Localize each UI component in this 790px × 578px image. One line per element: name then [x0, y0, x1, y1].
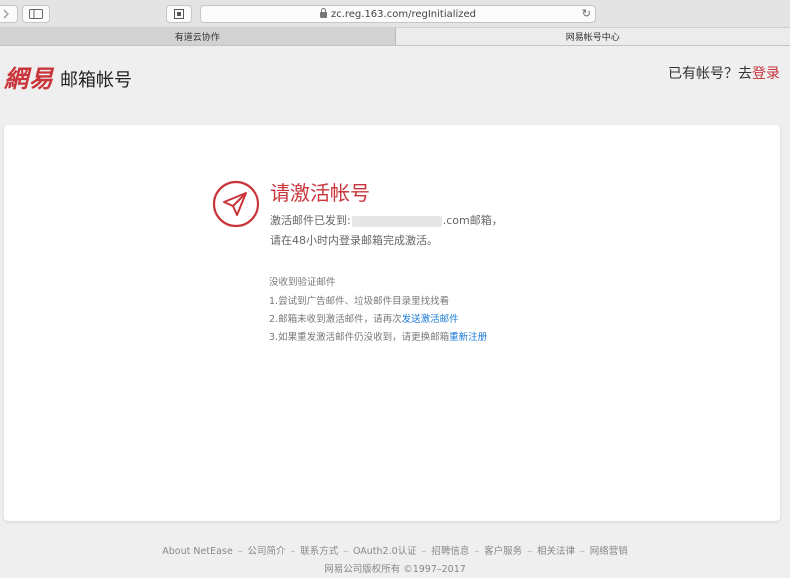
sidebar-toggle-button[interactable] — [22, 5, 50, 23]
tab-bar: 有道云协作 网易帐号中心 — [0, 28, 790, 46]
footer-links: About NetEase – 公司简介 – 联系方式 – OAuth2.0认证 – 招聘信息 –… — [0, 543, 790, 557]
chevron-right-icon — [3, 9, 9, 19]
address-bar[interactable]: zc.reg.163.com/regInitialized ↻ — [200, 5, 596, 23]
page-title: 请激活帐号 — [270, 181, 370, 205]
help-title: 没收到验证邮件 — [269, 277, 336, 288]
logo[interactable]: 網易 邮箱帐号 — [4, 59, 132, 94]
resend-activation-link[interactable]: 发送激活邮件 — [402, 314, 459, 325]
footer-link-company[interactable]: 公司简介 — [247, 546, 285, 557]
footer-separator: – — [579, 546, 585, 557]
sidebar-icon — [29, 9, 43, 19]
login-hint: 已有帐号？去登录 — [668, 63, 780, 83]
re-register-link[interactable]: 重新注册 — [449, 332, 487, 343]
footer-separator: – — [421, 546, 427, 557]
browser-toolbar: zc.reg.163.com/regInitialized ↻ — [0, 0, 790, 28]
help-item-1: 1.尝试到广告邮件、垃圾邮件目录里找找看 — [269, 296, 450, 307]
forward-button[interactable] — [0, 5, 18, 23]
copyright: 网易公司版权所有 ©1997–2017 — [324, 564, 466, 575]
footer-separator: – — [237, 546, 243, 557]
login-link[interactable]: 登录 — [752, 66, 780, 82]
reader-button[interactable] — [166, 5, 192, 23]
footer-link-jobs[interactable]: 招聘信息 — [431, 546, 469, 557]
footer-link-contact[interactable]: 联系方式 — [300, 546, 338, 557]
deadline-line: 请在48小时内登录邮箱完成激活。 — [270, 234, 438, 247]
paper-plane-icon — [212, 180, 260, 228]
help-item-3: 3.如果重发激活邮件仍没收到，请更换邮箱重新注册 — [269, 329, 487, 343]
sent-to-suffix: .com邮箱， — [442, 214, 503, 227]
sent-to-prefix: 激活邮件已发到: — [270, 214, 351, 227]
footer-link-oauth[interactable]: OAuth2.0认证 — [353, 546, 417, 557]
netease-logo-mark: 網易 — [4, 64, 54, 93]
logo-title: 邮箱帐号 — [60, 70, 132, 91]
login-prompt: 已有帐号？去 — [668, 66, 752, 82]
sent-to-line: 激活邮件已发到: .com邮箱， — [270, 212, 503, 228]
lock-icon — [319, 8, 327, 18]
footer-link-marketing[interactable]: 网络营销 — [590, 546, 628, 557]
site-header: 網易 邮箱帐号 已有帐号？去登录 — [0, 47, 790, 107]
url-text: zc.reg.163.com/regInitialized — [330, 8, 477, 20]
activation-card: 请激活帐号 激活邮件已发到: .com邮箱， 请在48小时内登录邮箱完成激活。 没… — [4, 125, 780, 521]
footer-link-about[interactable]: About NetEase — [162, 546, 232, 557]
footer-link-legal[interactable]: 相关法律 — [537, 546, 575, 557]
tab-netease-account[interactable]: 网易帐号中心 — [395, 28, 790, 45]
tab-youdao[interactable]: 有道云协作 — [0, 28, 396, 45]
footer-separator: – — [527, 546, 532, 557]
footer-link-service[interactable]: 客户服务 — [484, 546, 522, 557]
help-item-2-text: 2.邮箱未收到激活邮件，请再次 — [269, 314, 402, 325]
masked-email — [351, 215, 442, 227]
help-item-2: 2.邮箱未收到激活邮件，请再次发送激活邮件 — [269, 311, 459, 325]
help-item-3-text: 3.如果重发激活邮件仍没收到，请更换邮箱 — [269, 332, 450, 343]
reader-icon — [174, 9, 184, 19]
reload-icon[interactable]: ↻ — [582, 7, 591, 20]
footer-separator: – — [343, 546, 348, 557]
footer-separator: – — [290, 546, 296, 557]
footer-separator: – — [474, 546, 480, 557]
